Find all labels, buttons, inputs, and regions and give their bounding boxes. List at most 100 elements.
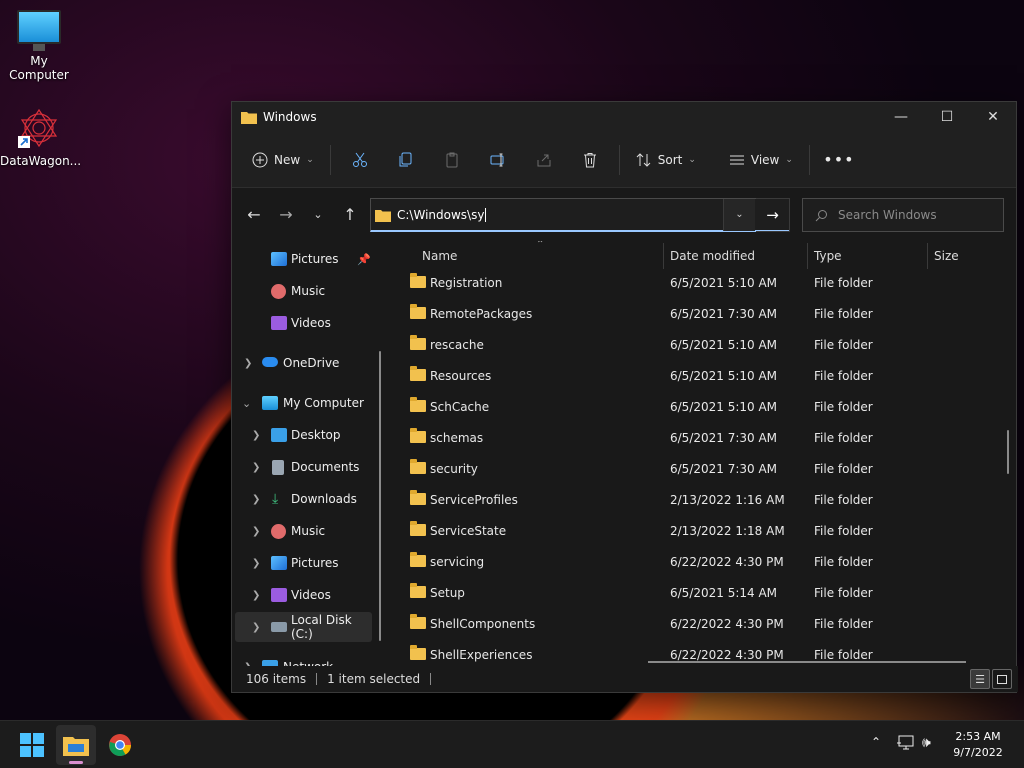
- computer-icon: [262, 396, 278, 410]
- table-row[interactable]: Resources 6/5/2021 5:10 AM File folder: [392, 361, 992, 392]
- taskbar: ⌃ 🕪 2:53 AM 9/7/2022: [0, 720, 1024, 768]
- chevron-right-icon: ❯: [252, 461, 261, 473]
- file-type: File folder: [814, 400, 873, 414]
- start-button[interactable]: [12, 725, 52, 765]
- column-separator[interactable]: [663, 243, 664, 269]
- table-row[interactable]: rescache 6/5/2021 5:10 AM File folder: [392, 330, 992, 361]
- nav-item-label: Pictures: [291, 556, 339, 570]
- text-caret: [485, 207, 487, 222]
- music-icon: [271, 523, 286, 539]
- folder-icon: [410, 366, 426, 381]
- file-list-horizontal-scrollbar[interactable]: [648, 661, 966, 663]
- nav-item-music[interactable]: ❯ Music: [232, 516, 382, 546]
- address-bar[interactable]: C:\Windows\sy ⌄: [370, 198, 790, 232]
- back-button[interactable]: ←: [238, 199, 270, 229]
- taskbar-chrome[interactable]: [100, 725, 140, 765]
- search-box[interactable]: Search Windows: [802, 198, 1004, 232]
- nav-item-videos[interactable]: ❯ Videos: [232, 580, 382, 610]
- address-history-dropdown[interactable]: ⌄: [723, 198, 755, 231]
- pin-icon: 📌: [357, 252, 371, 266]
- large-icons-view-button[interactable]: [992, 669, 1012, 689]
- nav-item-downloads[interactable]: ❯ ⤓ Downloads: [232, 484, 382, 514]
- cut-button[interactable]: [337, 144, 383, 176]
- taskbar-clock[interactable]: 2:53 AM 9/7/2022: [938, 729, 1018, 761]
- nav-item-pictures[interactable]: ❯ Pictures: [232, 548, 382, 578]
- nav-item-desktop[interactable]: ❯ Desktop: [232, 420, 382, 450]
- nav-item-pictures-pinned[interactable]: Pictures 📌: [232, 244, 382, 274]
- nav-item-documents[interactable]: ❯ Documents: [232, 452, 382, 482]
- arrow-right-icon: →: [766, 206, 779, 224]
- column-header-name[interactable]: Name: [422, 249, 457, 263]
- column-header-date[interactable]: Date modified: [670, 249, 755, 263]
- details-view-button[interactable]: ☰: [970, 669, 990, 689]
- table-row[interactable]: ServiceState 2/13/2022 1:18 AM File folder: [392, 516, 992, 547]
- documents-icon: [272, 459, 284, 475]
- nav-item-music-quick[interactable]: Music: [232, 276, 382, 306]
- show-hidden-icons-button[interactable]: ⌃: [871, 735, 881, 749]
- file-explorer-icon: [63, 737, 89, 756]
- nav-item-label: Desktop: [291, 428, 341, 442]
- column-separator[interactable]: [807, 243, 808, 269]
- sort-button[interactable]: Sort ⌄: [626, 144, 706, 176]
- nav-item-label: Videos: [291, 316, 331, 330]
- copy-icon: [399, 152, 412, 166]
- close-button[interactable]: ✕: [970, 102, 1016, 132]
- network-tray-icon[interactable]: [897, 735, 915, 755]
- monitor-icon: [17, 10, 61, 51]
- desktop-icon-datawagon[interactable]: DataWagon...: [0, 106, 81, 168]
- table-row[interactable]: SchCache 6/5/2021 5:10 AM File folder: [392, 392, 992, 423]
- nav-item-label: Music: [291, 284, 326, 298]
- nav-pane-scrollbar[interactable]: [379, 351, 381, 641]
- maximize-button[interactable]: ☐: [924, 102, 970, 132]
- copy-button[interactable]: [383, 144, 429, 176]
- share-button[interactable]: [521, 144, 567, 176]
- title-bar[interactable]: Windows — ☐ ✕: [232, 102, 1016, 132]
- column-header-type[interactable]: Type: [814, 249, 842, 263]
- recent-locations-button[interactable]: ⌄: [302, 199, 334, 229]
- address-input[interactable]: C:\Windows\sy: [397, 208, 484, 222]
- folder-icon: [410, 273, 426, 288]
- rename-icon: [490, 153, 504, 166]
- paste-button[interactable]: [429, 144, 475, 176]
- table-row[interactable]: ServiceProfiles 2/13/2022 1:16 AM File fol…: [392, 485, 992, 516]
- nav-item-my-computer[interactable]: ⌄ My Computer: [232, 388, 382, 418]
- window-title: Windows: [263, 110, 317, 124]
- nav-item-label: Documents: [291, 460, 360, 474]
- table-row[interactable]: Setup 6/5/2021 5:14 AM File folder: [392, 578, 992, 609]
- nav-item-onedrive[interactable]: ❯ OneDrive: [232, 348, 382, 378]
- nav-item-label: Downloads: [291, 492, 357, 506]
- table-row[interactable]: servicing 6/22/2022 4:30 PM File folder: [392, 547, 992, 578]
- chevron-down-icon: ⌄: [306, 154, 314, 165]
- table-row[interactable]: RemotePackages 6/5/2021 7:30 AM File folde…: [392, 299, 992, 330]
- folder-icon: [375, 209, 391, 222]
- share-icon: [537, 154, 551, 166]
- column-separator[interactable]: [927, 243, 928, 269]
- more-options-button[interactable]: •••: [816, 144, 862, 176]
- sort-icon: [636, 152, 651, 167]
- nav-item-videos-quick[interactable]: Videos: [232, 308, 382, 338]
- table-row[interactable]: schemas 6/5/2021 7:30 AM File folder: [392, 423, 992, 454]
- chevron-right-icon: ❯: [252, 525, 261, 537]
- rename-button[interactable]: [475, 144, 521, 176]
- table-row[interactable]: security 6/5/2021 7:30 AM File folder: [392, 454, 992, 485]
- folder-icon: [410, 521, 426, 536]
- desktop-icon-my-computer[interactable]: My Computer: [0, 10, 78, 82]
- column-header-size[interactable]: Size: [934, 249, 959, 263]
- table-row[interactable]: ShellComponents 6/22/2022 4:30 PM File fol…: [392, 609, 992, 640]
- file-date: 6/22/2022 4:30 PM: [670, 617, 784, 631]
- table-row[interactable]: Registration 6/5/2021 5:10 AM File folder: [392, 268, 992, 299]
- new-button[interactable]: New ⌄: [242, 144, 324, 176]
- table-row[interactable]: ShellExperiences 6/22/2022 4:30 PM File fo…: [392, 640, 992, 668]
- volume-tray-icon[interactable]: 🕪: [922, 735, 931, 751]
- taskbar-file-explorer[interactable]: [56, 725, 96, 765]
- view-button[interactable]: View ⌄: [719, 144, 803, 176]
- file-list-scrollbar[interactable]: [1007, 430, 1009, 474]
- go-button[interactable]: →: [756, 198, 790, 232]
- delete-button[interactable]: [567, 144, 613, 176]
- minimize-button[interactable]: —: [878, 102, 924, 132]
- forward-button[interactable]: →: [270, 199, 302, 229]
- file-name: Registration: [430, 276, 503, 290]
- nav-item-local-disk[interactable]: ❯ Local Disk (C:): [235, 612, 372, 642]
- search-placeholder: Search Windows: [838, 208, 937, 222]
- up-button[interactable]: ↑: [334, 199, 366, 229]
